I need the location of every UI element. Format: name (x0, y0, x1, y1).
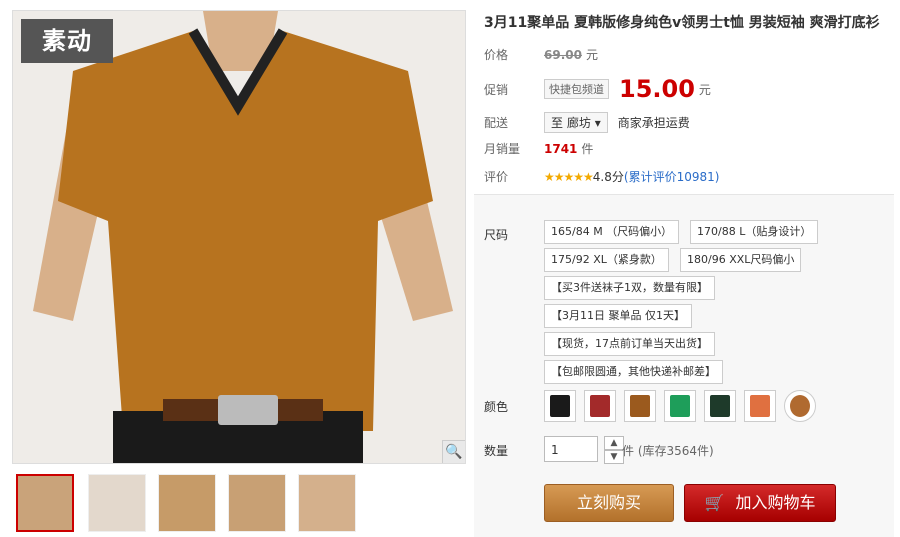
size-option-3[interactable]: 175/92 XL（紧身款） (544, 248, 669, 272)
size-option-8[interactable]: 【包邮限圆通，其他快递补邮差】 (544, 360, 723, 384)
color-swatch-1[interactable] (544, 390, 576, 422)
promo-row: 促销 快捷包频道 15.00 元 (484, 74, 711, 104)
tshirt-icon (710, 395, 730, 417)
size-option-4[interactable]: 180/96 XXL尺码偏小 (680, 248, 802, 272)
shipping-row: 配送 至 廊坊 ▾ 商家承担运费 (484, 112, 690, 133)
color-swatch-7[interactable] (784, 390, 816, 422)
sales-unit: 件 (581, 142, 594, 156)
brand-logo: 素动 (21, 19, 113, 63)
sales-row: 月销量 1741 件 (484, 140, 593, 157)
sales-count: 1741 (544, 141, 578, 156)
thumbnail-2[interactable] (88, 474, 146, 532)
qty-down-icon[interactable]: ▼ (604, 450, 624, 464)
add-to-cart-button[interactable]: 🛒 加入购物车 (684, 484, 836, 522)
color-swatch-4[interactable] (664, 390, 696, 422)
city-name: 廊坊 (566, 116, 591, 130)
tshirt-icon (630, 395, 650, 417)
shipping-label: 配送 (484, 116, 509, 130)
original-price: 69.00 (544, 47, 582, 62)
rating-row: 评价 ★★★★★ 4.8分 (累计评价10981) (484, 168, 719, 185)
tshirt-icon (750, 395, 770, 417)
shipping-note: 商家承担运费 (617, 116, 690, 130)
promo-channel[interactable]: 快捷包频道 (544, 79, 609, 99)
tshirt-illustration (13, 11, 465, 463)
size-option-7[interactable]: 【现货，17点前订单当天出货】 (544, 332, 715, 356)
current-price: 15.00 (619, 75, 695, 103)
buy-now-button[interactable]: 立刻购买 (544, 484, 674, 522)
tshirt-icon (590, 395, 610, 417)
color-swatch-2[interactable] (584, 390, 616, 422)
size-option-2[interactable]: 170/88 L（贴身设计） (690, 220, 819, 244)
color-label: 颜色 (484, 400, 509, 414)
color-swatch-6[interactable] (744, 390, 776, 422)
thumbnail-3[interactable] (158, 474, 216, 532)
tshirt-icon (550, 395, 570, 417)
size-option-6[interactable]: 【3月11日 聚单品 仅1天】 (544, 304, 692, 328)
thumbnail-5[interactable] (298, 474, 356, 532)
size-option-5[interactable]: 【买3件送袜子1双，数量有限】 (544, 276, 715, 300)
color-swatch-5[interactable] (704, 390, 736, 422)
color-swatch-3[interactable] (624, 390, 656, 422)
size-label: 尺码 (484, 228, 509, 242)
zoom-icon[interactable]: 🔍 (442, 440, 465, 463)
price-label: 价格 (484, 48, 509, 62)
chevron-down-icon: ▾ (594, 116, 601, 130)
tshirt-icon (670, 395, 690, 417)
cart-icon: 🛒 (704, 493, 725, 512)
thumbnail-strip (12, 470, 464, 534)
stock-text: 件 (库存3564件) (622, 444, 714, 458)
rating-total-link[interactable]: (累计评价10981) (624, 168, 720, 185)
add-to-cart-label: 加入购物车 (735, 493, 816, 512)
price-unit: 元 (585, 48, 598, 62)
thumbnail-4[interactable] (228, 474, 286, 532)
rating-score: 4.8分 (592, 170, 624, 184)
qty-label: 数量 (484, 444, 509, 458)
quantity-input[interactable]: 1 (544, 436, 598, 462)
thumbnail-1[interactable] (16, 474, 74, 532)
price-row: 价格 69.00 元 (484, 46, 598, 63)
promo-label: 促销 (484, 82, 509, 97)
qty-up-icon[interactable]: ▲ (604, 436, 624, 450)
star-icons: ★★★★★ (544, 169, 594, 184)
shipping-to: 至 (551, 116, 564, 130)
current-price-unit: 元 (698, 82, 711, 97)
sales-label: 月销量 (484, 142, 521, 156)
city-select[interactable]: 至 廊坊 ▾ (544, 112, 608, 133)
main-product-image[interactable]: 素动 🔍 (12, 10, 466, 464)
product-title: 3月11聚单品 夏韩版修身纯色v领男士t恤 男装短袖 爽滑打底衫 (484, 15, 880, 31)
size-chart-icon (790, 395, 810, 417)
rating-label: 评价 (484, 170, 509, 184)
size-option-1[interactable]: 165/84 M （尺码偏小） (544, 220, 680, 244)
